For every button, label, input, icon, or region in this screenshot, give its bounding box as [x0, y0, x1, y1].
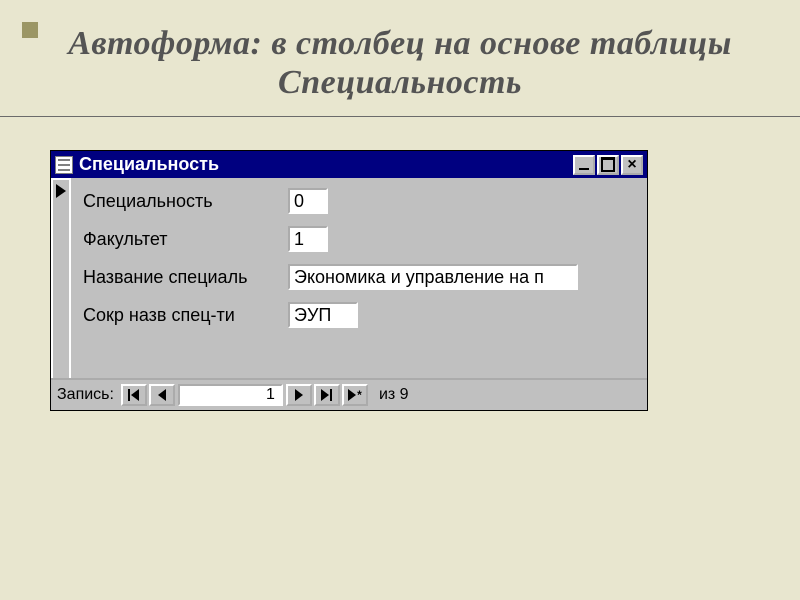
maximize-button[interactable]: [597, 155, 619, 175]
nav-next-button[interactable]: [286, 384, 312, 406]
field-row-speciality: Специальность: [83, 188, 637, 214]
record-navigator: Запись: * из 9: [51, 378, 647, 410]
current-record-marker-icon: [56, 184, 66, 198]
nav-label: Запись:: [57, 386, 114, 404]
field-label: Название специаль: [83, 267, 288, 288]
record-selector[interactable]: [51, 178, 71, 378]
field-row-short: Сокр назв спец-ти: [83, 302, 637, 328]
field-label: Факультет: [83, 229, 288, 250]
field-label: Специальность: [83, 191, 288, 212]
form-body: Специальность Факультет Название специал…: [51, 178, 647, 378]
slide-divider: [0, 116, 800, 117]
speciality-field[interactable]: [288, 188, 328, 214]
field-row-name: Название специаль: [83, 264, 637, 290]
nav-new-button[interactable]: *: [342, 384, 368, 406]
field-label: Сокр назв спец-ти: [83, 305, 288, 326]
speciality-name-field[interactable]: [288, 264, 578, 290]
form-window: Специальность × Специальность Факультет: [50, 150, 648, 411]
minimize-button[interactable]: [573, 155, 595, 175]
window-title: Специальность: [79, 154, 219, 175]
titlebar[interactable]: Специальность ×: [51, 151, 647, 178]
slide-title: Автоформа: в столбец на основе таблицы С…: [0, 24, 800, 102]
short-name-field[interactable]: [288, 302, 358, 328]
form-icon: [55, 156, 73, 174]
nav-first-button[interactable]: [121, 384, 147, 406]
nav-total: из 9: [379, 386, 409, 404]
faculty-field[interactable]: [288, 226, 328, 252]
field-row-faculty: Факультет: [83, 226, 637, 252]
nav-last-button[interactable]: [314, 384, 340, 406]
nav-record-input[interactable]: [178, 384, 283, 406]
close-button[interactable]: ×: [621, 155, 643, 175]
nav-prev-button[interactable]: [149, 384, 175, 406]
